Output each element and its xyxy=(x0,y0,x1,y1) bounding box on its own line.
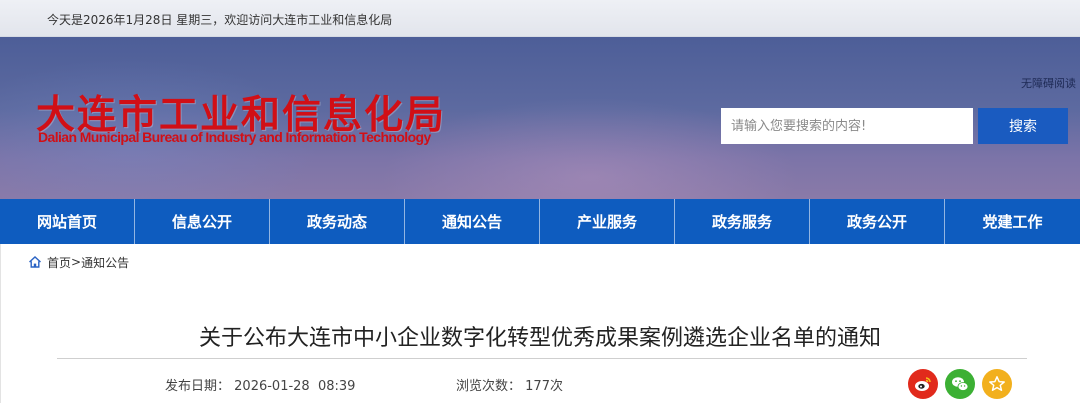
publish-date-value: 2026-01-28 08:39 xyxy=(234,379,356,394)
nav-item-industry-services[interactable]: 产业服务 xyxy=(540,199,675,244)
home-icon xyxy=(29,256,41,268)
search-button[interactable]: 搜索 xyxy=(978,108,1068,144)
share-weibo-button[interactable] xyxy=(908,369,938,399)
wechat-icon xyxy=(952,377,969,391)
breadcrumb-current[interactable]: 通知公告 xyxy=(81,254,129,271)
nav-item-home[interactable]: 网站首页 xyxy=(0,199,135,244)
publish-date-row: 发布日期： 2026-01-28 08:39 xyxy=(165,375,355,394)
breadcrumb-separator: > xyxy=(71,255,82,269)
accessibility-link[interactable]: 无障碍阅读 xyxy=(1021,75,1076,91)
search-input[interactable] xyxy=(721,108,973,144)
nav-item-party-building[interactable]: 党建工作 xyxy=(945,199,1080,244)
nav-item-info-disclosure[interactable]: 信息公开 xyxy=(135,199,270,244)
breadcrumb-home-link[interactable]: 首页 xyxy=(47,254,71,271)
weibo-icon xyxy=(915,377,931,391)
nav-item-government-services[interactable]: 政务服务 xyxy=(675,199,810,244)
site-logo-english[interactable]: Dalian Municipal Bureau of Industry and … xyxy=(38,129,431,145)
article-title: 关于公布大连市中小企业数字化转型优秀成果案例遴选企业名单的通知 xyxy=(198,326,881,351)
nav-item-government-news[interactable]: 政务动态 xyxy=(270,199,405,244)
favorite-star-icon xyxy=(989,376,1005,392)
view-count-value: 177次 xyxy=(525,379,563,394)
breadcrumb: 首页 > 通知公告 xyxy=(28,253,129,271)
nav-item-government-affairs[interactable]: 政务公开 xyxy=(810,199,945,244)
main-navigation: 网站首页 信息公开 政务动态 通知公告 产业服务 政务服务 政务公开 党建工作 xyxy=(0,199,1080,244)
share-wechat-button[interactable] xyxy=(945,369,975,399)
nav-item-notices[interactable]: 通知公告 xyxy=(405,199,540,244)
header-banner: 大连市工业和信息化局 Dalian Municipal Bureau of In… xyxy=(0,37,1080,199)
publish-date-label: 发布日期： xyxy=(165,379,231,394)
top-info-bar: 今天是2026年1月28日 星期三，欢迎访问大连市工业和信息化局 xyxy=(0,0,1080,37)
title-divider xyxy=(57,358,1027,359)
view-count-row: 浏览次数： 177次 xyxy=(456,375,563,394)
view-count-label: 浏览次数： xyxy=(456,379,522,394)
favorite-button[interactable] xyxy=(982,369,1012,399)
greeting-text: 今天是2026年1月28日 星期三，欢迎访问大连市工业和信息化局 xyxy=(47,13,393,27)
